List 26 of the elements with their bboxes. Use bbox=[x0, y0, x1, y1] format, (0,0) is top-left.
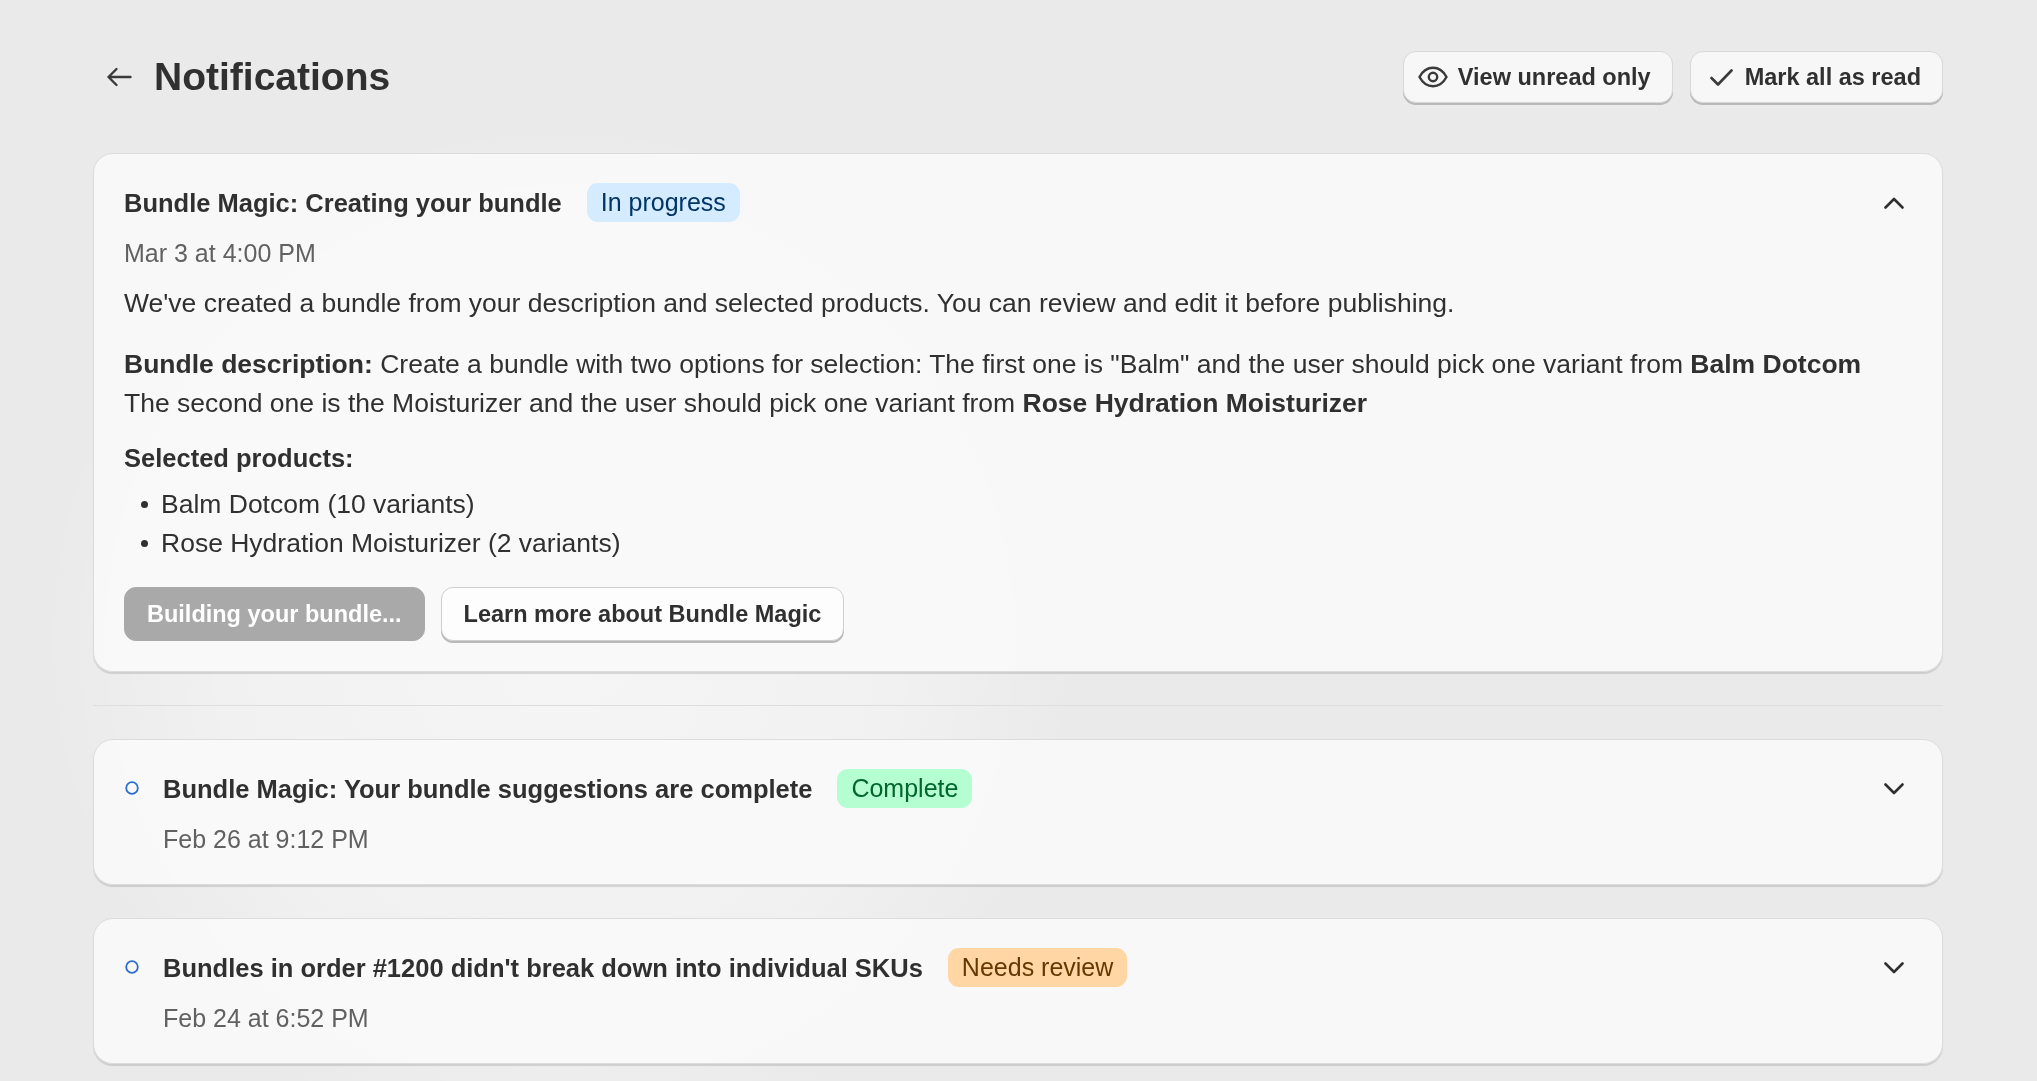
product-item: Balm Dotcom (10 variants) bbox=[161, 488, 475, 521]
action-button[interactable]: Learn more about Bundle Magic bbox=[440, 587, 845, 641]
chevron-down-icon[interactable] bbox=[1884, 783, 1904, 795]
notification-time: Feb 24 at 6:52 PM bbox=[163, 1003, 369, 1033]
status-badge: Needs review bbox=[947, 948, 1128, 987]
chevron-down-icon[interactable] bbox=[1884, 962, 1904, 974]
status-badge: Complete bbox=[837, 769, 973, 808]
notification-title: Bundle Magic: Creating your bundle bbox=[124, 187, 562, 219]
bullet-icon bbox=[141, 501, 148, 508]
bundle-description: Bundle description: Create a bundle with two options for selection: The first one is "Balm" and the user should pick one variant from Balm Dotcom The second one is the Moisturizer and the user should pick one variant from Rose Hydration Moisturizer bbox=[124, 348, 1863, 420]
view-unread-button[interactable]: View unread only bbox=[1402, 51, 1673, 103]
notification-time: Feb 26 at 9:12 PM bbox=[163, 824, 369, 854]
notification-message: We've created a bundle from your description and selected products. You can review and edit it before publishing. bbox=[124, 287, 1455, 320]
page-title: Notifications bbox=[154, 54, 391, 100]
notification-title: Bundles in order #1200 didn't break down into individual SKUs bbox=[163, 952, 923, 984]
bullet-icon bbox=[141, 540, 148, 547]
notification-title: Bundle Magic: Your bundle suggestions are complete bbox=[163, 773, 813, 805]
eye-icon bbox=[1417, 66, 1448, 88]
back-arrow-icon[interactable] bbox=[106, 67, 132, 87]
mark-all-read-button[interactable]: Mark all as read bbox=[1689, 51, 1943, 103]
checkmark-icon bbox=[1709, 68, 1733, 86]
notification-time: Mar 3 at 4:00 PM bbox=[124, 238, 316, 268]
chevron-up-icon[interactable] bbox=[1884, 197, 1904, 209]
products-heading: Selected products: bbox=[124, 443, 354, 474]
product-item: Rose Hydration Moisturizer (2 variants) bbox=[161, 527, 621, 560]
status-badge: In progress bbox=[586, 183, 740, 222]
